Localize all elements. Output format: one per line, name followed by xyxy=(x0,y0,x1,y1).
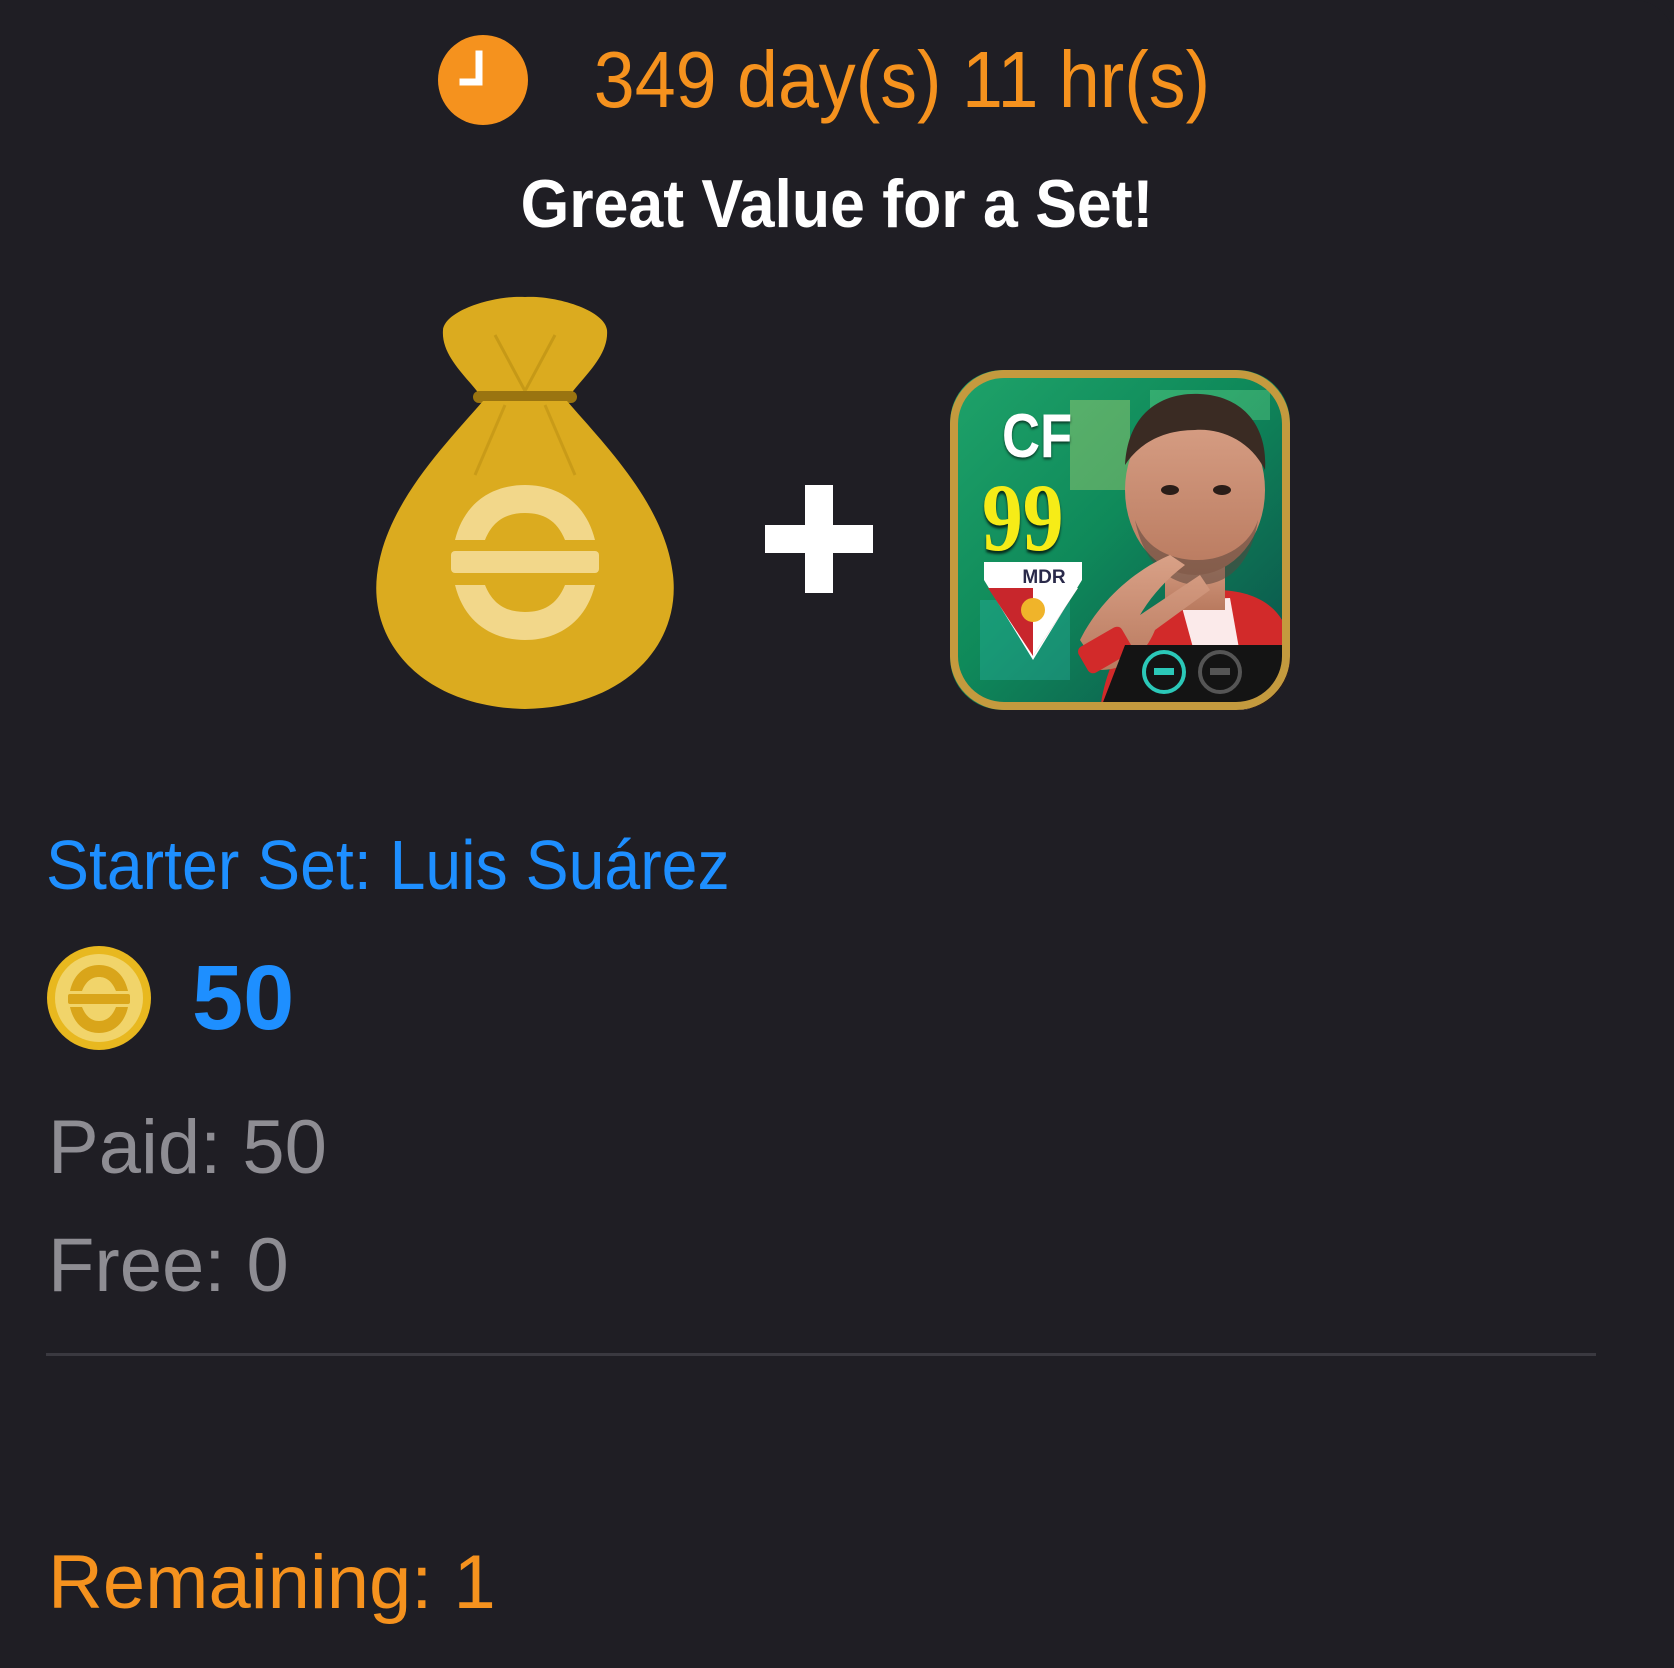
club-crest-label: MDR xyxy=(1022,567,1066,588)
price-value: 50 xyxy=(192,947,295,1049)
free-coins: Free: 0 xyxy=(48,1223,289,1308)
clock-icon xyxy=(438,35,529,125)
money-bag-icon xyxy=(376,296,674,709)
efootball-coin-icon xyxy=(47,946,151,1050)
remaining-count: Remaining: 1 xyxy=(48,1540,496,1625)
timer-text: 349 day(s) 11 hr(s) xyxy=(593,35,1211,124)
plus-icon xyxy=(765,485,873,593)
divider xyxy=(46,1353,1596,1356)
offer-panel: 349 day(s) 11 hr(s) Great Value for a Se… xyxy=(0,0,1674,1668)
player-rating: 99 xyxy=(982,464,1064,571)
player-position: CF xyxy=(1002,402,1073,471)
set-name: Starter Set: Luis Suárez xyxy=(46,826,730,904)
offer-headline: Great Value for a Set! xyxy=(520,166,1154,242)
offer-timer: 349 day(s) 11 hr(s) xyxy=(0,34,1674,126)
bundle-contents[interactable]: CF 99 MDR xyxy=(0,295,1674,735)
paid-coins: Paid: 50 xyxy=(48,1105,327,1190)
price-row: 50 xyxy=(46,945,294,1051)
player-card[interactable]: CF 99 MDR xyxy=(950,370,1290,710)
